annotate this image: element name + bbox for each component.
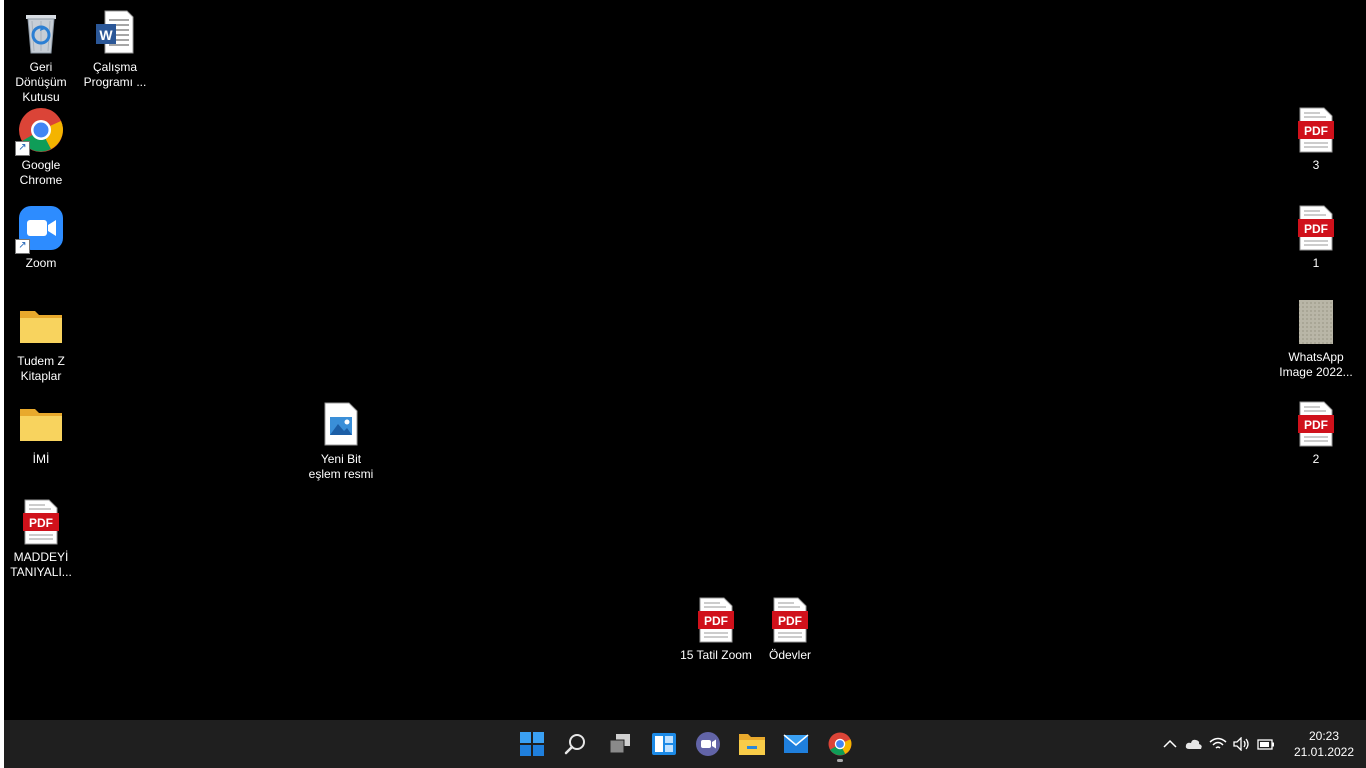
running-indicator [837,759,843,762]
clock-date: 21.01.2022 [1293,745,1355,759]
shortcut-arrow-icon: ↗ [15,141,30,156]
system-tray: 20:23 21.01.2022 [1158,720,1366,768]
pdf-badge-text: PDF [29,516,53,530]
file-explorer-button[interactable] [736,724,768,764]
chrome-icon: ↗ [15,106,65,156]
desktop-icon-label: Geri Dönüşüm Kutusu [15,60,67,104]
widgets-button[interactable] [648,724,680,764]
volume-icon[interactable] [1230,732,1254,756]
svg-text:W: W [99,27,113,43]
chat-icon [696,732,720,756]
desktop-icon-folder-tudem[interactable]: Tudem Z Kitaplar [4,302,78,384]
desktop-icon-label: 15 Tatil Zoom [680,648,752,662]
shortcut-arrow-icon: ↗ [15,239,30,254]
pdf-badge-text: PDF [1304,222,1328,236]
desktop-icon-label: Yeni Bit eşlem resmi [308,452,374,481]
word-document-icon: W [91,8,139,56]
pdf-file-icon: PDF [1292,400,1340,448]
pdf-file-icon: PDF [17,498,65,546]
pdf-badge-text: PDF [1304,124,1328,138]
desktop-icon-label: Google Chrome [19,158,63,187]
desktop-icon-label: Zoom [25,256,57,270]
desktop-icon-label: 3 [1312,158,1320,172]
battery-icon[interactable] [1254,732,1278,756]
chevron-up-icon[interactable] [1158,732,1182,756]
pdf-file-icon: PDF [1292,106,1340,154]
desktop-icon-bitmap-image[interactable]: Yeni Bit eşlem resmi [304,400,378,482]
file-explorer-icon [739,734,765,755]
desktop-icon-label: 2 [1312,452,1320,466]
desktop-icon-label: WhatsApp Image 2022... [1279,350,1353,379]
recycle-bin-icon [17,8,65,56]
clock-time: 20:23 [1308,729,1340,743]
chrome-icon [828,732,852,756]
wifi-icon[interactable] [1206,732,1230,756]
pdf-badge-text: PDF [1304,418,1328,432]
pdf-badge-text: PDF [704,614,728,628]
image-file-icon [317,400,365,448]
widgets-icon [652,733,676,755]
desktop-icon-google-chrome[interactable]: ↗ Google Chrome [4,106,78,188]
folder-icon [17,400,65,448]
search-icon [564,734,585,755]
task-view-button[interactable] [604,724,636,764]
pdf-badge-text: PDF [778,614,802,628]
chat-button[interactable] [692,724,724,764]
desktop-icon-label: Çalışma Programı ... [83,60,147,89]
desktop-icon-pdf-3[interactable]: PDF 3 [1279,106,1353,173]
start-icon [520,732,544,756]
taskbar-clock[interactable]: 20:23 21.01.2022 [1286,728,1362,760]
desktop-icon-word-document[interactable]: W Çalışma Programı ... [78,8,152,90]
desktop-icon-label: İMİ [32,452,50,466]
desktop-icon-label: Tudem Z Kitaplar [17,354,65,383]
desktop-icon-folder-imi[interactable]: İMİ [4,400,78,467]
desktop-icon-zoom[interactable]: ↗ Zoom [4,204,78,271]
taskbar-apps [516,720,856,768]
task-view-icon [609,734,630,754]
folder-icon [17,302,65,350]
mail-button[interactable] [780,724,812,764]
desktop-icon-pdf-2[interactable]: PDF 2 [1279,400,1353,467]
desktop-icon-label: MADDEYİ TANIYALI... [10,550,72,579]
chrome-taskbar-button[interactable] [824,724,856,764]
desktop-icon-whatsapp-image[interactable]: WhatsApp Image 2022... [1279,298,1353,380]
desktop-icon-pdf-odevler[interactable]: PDF Ödevler [753,596,827,663]
desktop-icon-recycle-bin[interactable]: Geri Dönüşüm Kutusu [4,8,78,105]
desktop-icon-pdf-maddeyi[interactable]: PDF MADDEYİ TANIYALI... [4,498,78,580]
desktop-icon-label: 1 [1312,256,1320,270]
pdf-file-icon: PDF [692,596,740,644]
zoom-icon: ↗ [15,204,65,254]
desktop-icon-label: Ödevler [768,648,812,662]
desktop-icon-pdf-1[interactable]: PDF 1 [1279,204,1353,271]
start-button[interactable] [516,724,548,764]
pdf-file-icon: PDF [1292,204,1340,252]
desktop[interactable]: Geri Dönüşüm Kutusu W Çalışma Programı .… [4,0,1366,720]
mail-icon [783,734,809,753]
desktop-icon-pdf-15-tatil-zoom[interactable]: PDF 15 Tatil Zoom [679,596,753,663]
search-button[interactable] [560,724,592,764]
image-thumbnail-icon [1292,298,1340,346]
pdf-file-icon: PDF [766,596,814,644]
onedrive-cloud-icon[interactable] [1182,732,1206,756]
taskbar: 20:23 21.01.2022 [4,720,1366,768]
